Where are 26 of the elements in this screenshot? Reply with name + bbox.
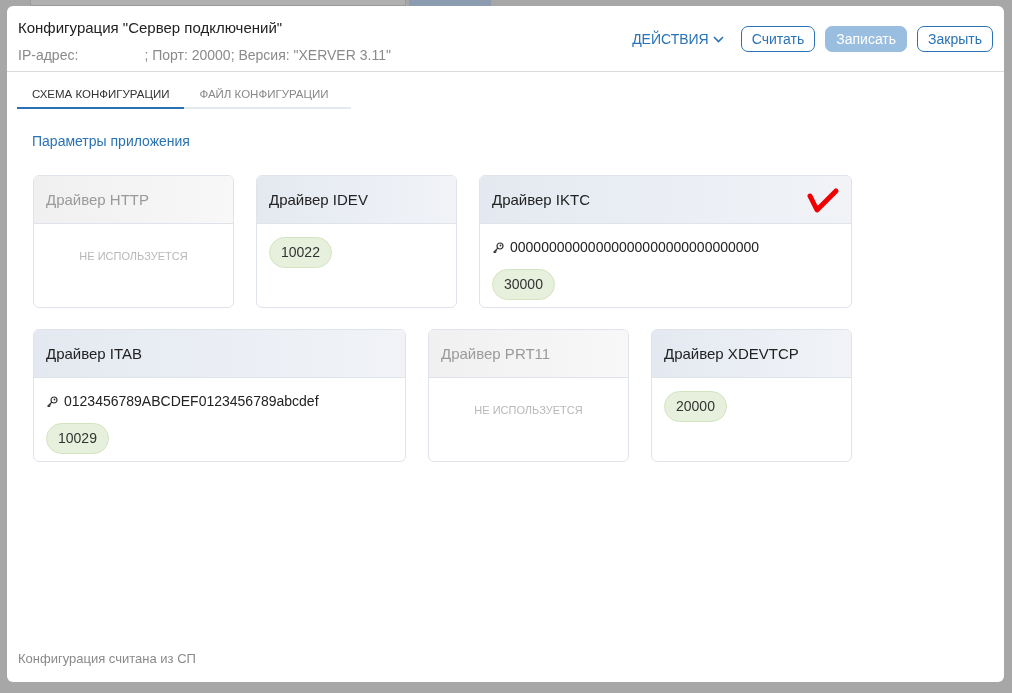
action-button[interactable]: Считать bbox=[740, 26, 816, 52]
driver-name: Драйвер IKTC bbox=[492, 189, 591, 210]
action-button[interactable]: Закрыть bbox=[917, 26, 993, 52]
port-badge: 20000 bbox=[664, 391, 727, 423]
key-value: 0123456789ABCDEF0123456789abcdef bbox=[64, 392, 319, 412]
tab[interactable]: ФАЙЛ КОНФИГУРАЦИИ bbox=[184, 86, 344, 110]
window-title: Конфигурация "Сервер подключений" bbox=[18, 18, 284, 38]
driver-name: Драйвер IDEV bbox=[269, 189, 368, 210]
port-badge: 10022 bbox=[269, 237, 332, 269]
tab[interactable]: СХЕМА КОНФИГУРАЦИИ bbox=[17, 86, 185, 110]
key-icon bbox=[46, 395, 58, 408]
actions-menu[interactable]: ДЕЙСТВИЯ bbox=[632, 28, 724, 50]
port-badge: 10029 bbox=[46, 423, 109, 455]
connection-info: IP-адрес: ; Порт: 20000; Версия: "XERVER 3.11" bbox=[18, 45, 391, 65]
driver-name: Драйвер ITAB bbox=[46, 343, 143, 364]
chevron-down-icon bbox=[712, 35, 724, 43]
key-value: 00000000000000000000000000000000 bbox=[510, 238, 760, 258]
unused-label: НЕ ИСПОЛЬЗУЕТСЯ bbox=[79, 248, 188, 264]
driver-name: Драйвер XDEVTCP bbox=[664, 343, 799, 364]
unused-label: НЕ ИСПОЛЬЗУЕТСЯ bbox=[474, 402, 583, 418]
port-badge: 30000 bbox=[492, 269, 555, 301]
status-text: Конфигурация считана из СП bbox=[18, 649, 196, 668]
driver-name: Драйвер PRT11 bbox=[441, 343, 551, 364]
driver-name: Драйвер HTTP bbox=[46, 189, 150, 210]
key-icon bbox=[492, 241, 504, 254]
app-parameters-link[interactable]: Параметры приложения bbox=[32, 131, 190, 153]
